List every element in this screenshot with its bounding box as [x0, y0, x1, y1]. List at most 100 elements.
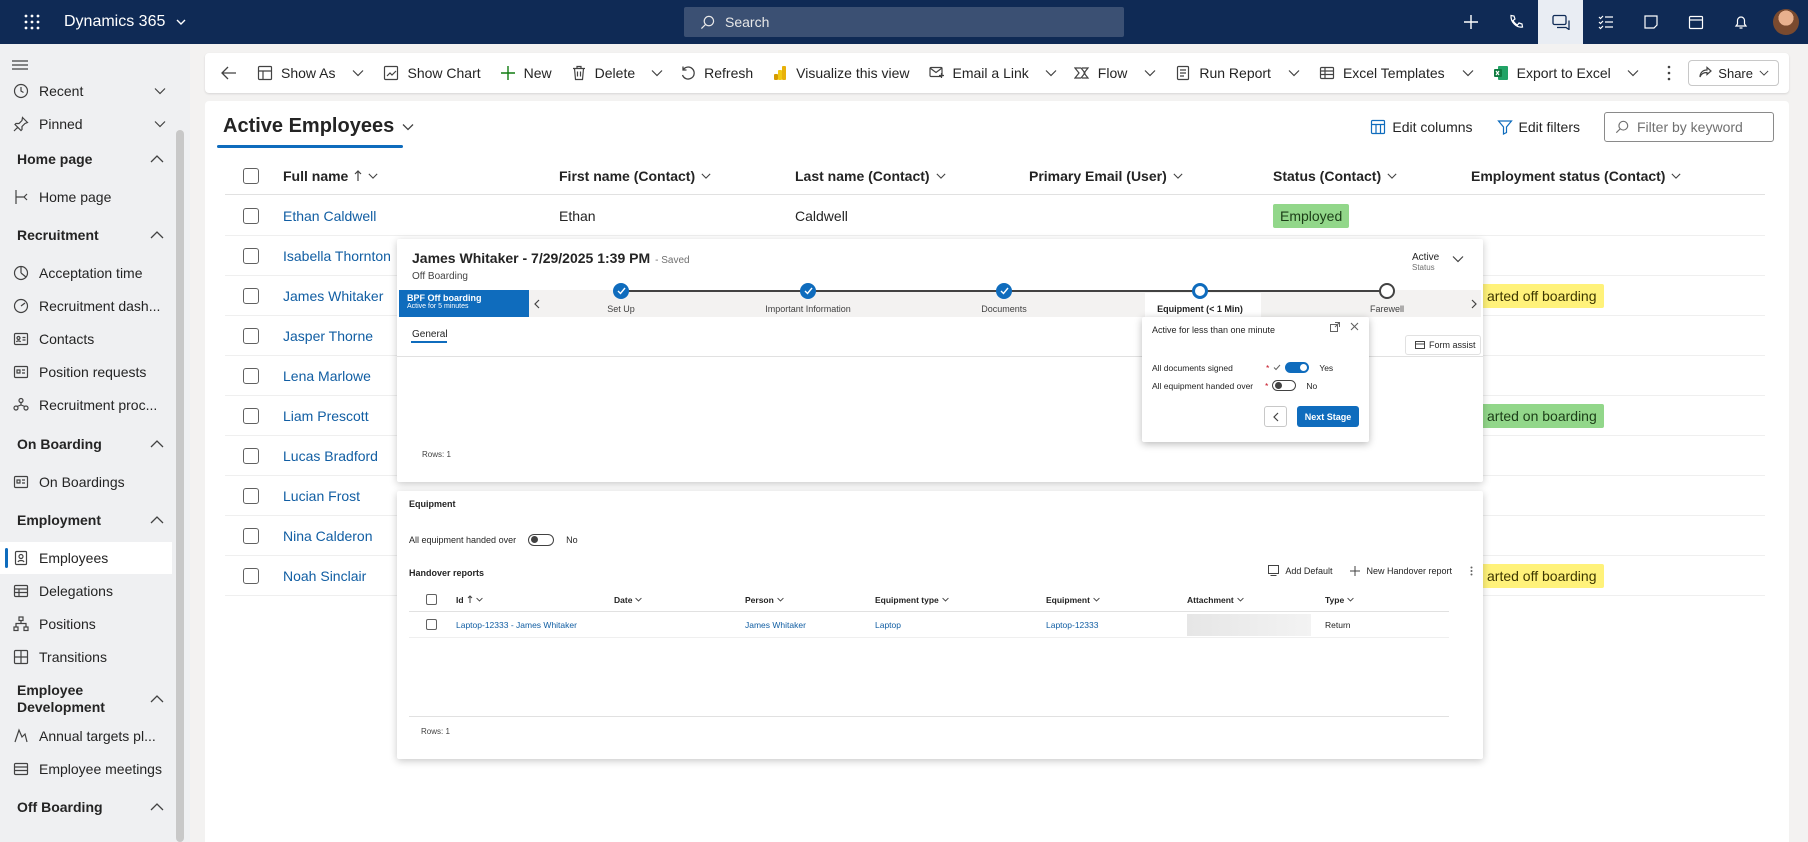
sidebar-item-on-boardings[interactable]: On Boardings — [0, 466, 172, 498]
stage-next-button[interactable] — [1466, 290, 1481, 317]
filter-keyword-input[interactable]: Filter by keyword — [1604, 112, 1774, 142]
share-button[interactable]: Share — [1688, 60, 1779, 86]
sidebar-group-home-page[interactable]: Home page — [0, 143, 172, 175]
sidebar-group-on-boarding[interactable]: On Boarding — [0, 428, 172, 460]
new-handover-report-button[interactable]: New Handover report — [1350, 565, 1452, 576]
sidebar-group-employment[interactable]: Employment — [0, 504, 172, 536]
back-button[interactable] — [211, 53, 247, 93]
column-header-equipment[interactable]: Equipment — [1046, 588, 1100, 611]
calendar-icon[interactable] — [1673, 0, 1718, 44]
process-indicator[interactable]: BPF Off boarding Active for 5 minutes — [399, 290, 529, 317]
user-avatar[interactable] — [1763, 0, 1808, 44]
export-dropdown-button[interactable] — [1620, 53, 1646, 93]
next-stage-button[interactable]: Next Stage — [1297, 406, 1359, 427]
full-name-link[interactable]: Lena Marlowe — [283, 356, 371, 396]
tab-general[interactable]: General — [412, 329, 448, 340]
row-checkbox[interactable] — [243, 196, 259, 236]
more-dropdown-button[interactable] — [644, 53, 670, 93]
add-icon[interactable] — [1448, 0, 1493, 44]
view-selector[interactable]: Active Employees — [223, 115, 414, 138]
stage-important-information[interactable]: Important Information — [738, 283, 878, 314]
expand-header-button[interactable] — [1452, 253, 1464, 265]
sidebar-scrollbar[interactable] — [176, 130, 184, 842]
close-icon[interactable] — [1350, 322, 1359, 332]
sidebar-item-recent[interactable]: Recent — [0, 75, 172, 107]
chat-icon[interactable] — [1538, 0, 1583, 44]
edit-filters-button[interactable]: Edit filters — [1496, 119, 1580, 135]
person-link[interactable]: James Whitaker — [745, 612, 806, 637]
sidebar-item-home-page[interactable]: Home page — [0, 181, 172, 213]
attachment-preview[interactable] — [1187, 612, 1311, 637]
full-name-link[interactable]: Liam Prescott — [283, 396, 369, 436]
column-header-first-name[interactable]: First name (Contact) — [559, 157, 711, 195]
full-name-link[interactable]: James Whitaker — [283, 276, 383, 316]
more-commands-button[interactable] — [1658, 53, 1680, 93]
row-checkbox[interactable] — [243, 316, 259, 356]
column-header-last-name[interactable]: Last name (Contact) — [795, 157, 946, 195]
row-checkbox[interactable] — [426, 612, 437, 637]
show-as-button[interactable]: Show As — [247, 53, 373, 93]
documents-signed-toggle[interactable] — [1285, 362, 1310, 373]
stage-farewell[interactable]: Farewell — [1317, 283, 1457, 314]
phone-icon[interactable] — [1493, 0, 1538, 44]
column-header-primary-email[interactable]: Primary Email (User) — [1029, 157, 1183, 195]
full-name-link[interactable]: Jasper Thorne — [283, 316, 373, 356]
column-header-date[interactable]: Date — [614, 588, 643, 611]
row-checkbox[interactable] — [243, 476, 259, 516]
sidebar-item-contacts[interactable]: Contacts — [0, 323, 172, 355]
app-switcher[interactable]: Dynamics 365 — [64, 13, 187, 31]
stage-equipment[interactable]: Equipment (< 1 Min) — [1130, 283, 1270, 314]
previous-stage-button[interactable] — [1264, 406, 1287, 427]
column-header-status[interactable]: Status (Contact) — [1273, 157, 1397, 195]
sidebar-item-position-requests[interactable]: Position requests — [0, 356, 172, 388]
column-header-full-name[interactable]: Full name — [283, 157, 378, 195]
row-checkbox[interactable] — [243, 516, 259, 556]
equipment-link[interactable]: Laptop-12333 — [1046, 612, 1098, 637]
sidebar-item-annual-targets[interactable]: Annual targets pl... — [0, 720, 172, 752]
excel-templates-button[interactable]: Excel Templates — [1309, 53, 1483, 93]
sidebar-item-recruitment-dashboard[interactable]: Recruitment dash... — [0, 290, 172, 322]
tasks-icon[interactable] — [1583, 0, 1628, 44]
sidebar-item-pinned[interactable]: Pinned — [0, 108, 172, 140]
full-name-link[interactable]: Noah Sinclair — [283, 556, 366, 596]
flow-button[interactable]: Flow — [1064, 53, 1166, 93]
equipment-handed-over-toggle[interactable] — [1272, 380, 1297, 391]
sidebar-item-acceptation-time[interactable]: Acceptation time — [0, 257, 172, 289]
refresh-button[interactable]: Refresh — [670, 53, 762, 93]
hamburger-icon[interactable] — [12, 58, 28, 72]
row-checkbox[interactable] — [243, 436, 259, 476]
edit-columns-button[interactable]: Edit columns — [1370, 119, 1473, 135]
email-link-button[interactable]: Email a Link — [919, 53, 1038, 93]
column-header-employment-status[interactable]: Employment status (Contact) — [1471, 157, 1682, 195]
global-search[interactable]: Search — [684, 7, 1124, 37]
app-launcher-icon[interactable] — [0, 0, 64, 44]
sidebar-group-recruitment[interactable]: Recruitment — [0, 219, 172, 251]
column-header-id[interactable]: Id — [456, 588, 483, 611]
row-checkbox[interactable] — [243, 236, 259, 276]
row-checkbox[interactable] — [243, 276, 259, 316]
full-name-link[interactable]: Lucian Frost — [283, 476, 360, 516]
run-report-button[interactable]: Run Report — [1165, 53, 1309, 93]
select-all-checkbox[interactable] — [426, 588, 437, 611]
column-header-person[interactable]: Person — [745, 588, 784, 611]
sidebar-group-employee-development[interactable]: Employee Development — [0, 679, 172, 719]
note-icon[interactable] — [1628, 0, 1673, 44]
more-vertical-icon[interactable] — [1470, 566, 1473, 576]
visualize-view-button[interactable]: Visualize this view — [762, 53, 918, 93]
stage-documents[interactable]: Documents — [934, 283, 1074, 314]
column-header-equipment-type[interactable]: Equipment type — [875, 588, 949, 611]
new-button[interactable]: New — [490, 53, 561, 93]
row-checkbox[interactable] — [243, 356, 259, 396]
bell-icon[interactable] — [1718, 0, 1763, 44]
equipment-type-link[interactable]: Laptop — [875, 612, 901, 637]
table-row[interactable]: Laptop-12333 - James Whitaker James Whit… — [409, 612, 1449, 638]
full-name-link[interactable]: Nina Calderon — [283, 516, 373, 556]
sidebar-item-recruitment-process[interactable]: Recruitment proc... — [0, 389, 172, 421]
export-excel-button[interactable]: Export to Excel — [1483, 53, 1620, 93]
stage-set-up[interactable]: Set Up — [551, 283, 691, 314]
stage-prev-button[interactable] — [529, 290, 544, 317]
table-row[interactable]: Ethan Caldwell Ethan Caldwell Employed — [225, 196, 1765, 236]
row-checkbox[interactable] — [243, 556, 259, 596]
sidebar-item-employee-meetings[interactable]: Employee meetings — [0, 753, 172, 785]
full-name-link[interactable]: Lucas Bradford — [283, 436, 378, 476]
